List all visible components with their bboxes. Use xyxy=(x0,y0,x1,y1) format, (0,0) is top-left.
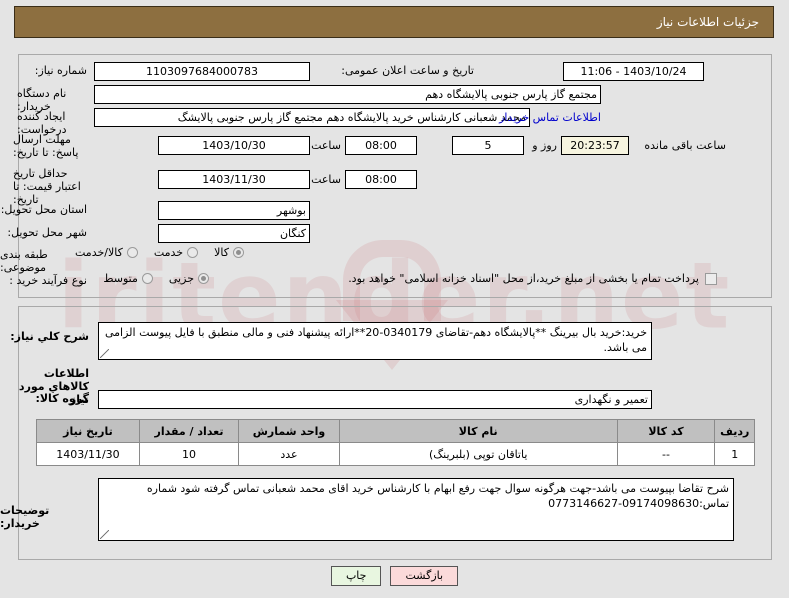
page-title-text: جزئیات اطلاعات نیاز xyxy=(656,15,759,29)
table-header-row: ردیف کد کالا نام کالا واحد شمارش تعداد /… xyxy=(36,419,755,443)
treasury-bill-label: پرداخت تمام یا بخشی از مبلغ خرید،از محل … xyxy=(348,272,699,285)
th-unit: واحد شمارش xyxy=(238,419,340,443)
province-label: استان محل تحویل: xyxy=(0,203,87,216)
response-deadline-time: 08:00 xyxy=(345,136,417,155)
response-deadline-days: 5 xyxy=(452,136,524,155)
page-title: جزئیات اطلاعات نیاز xyxy=(14,6,774,38)
need-number-label: شماره نیاز: xyxy=(34,64,87,77)
cell-unit: عدد xyxy=(238,442,340,466)
radio-icon[interactable] xyxy=(233,247,244,258)
cell-row-no: 1 xyxy=(714,442,755,466)
need-number-value: 1103097684000783 xyxy=(94,62,310,81)
response-deadline-time-label: ساعت xyxy=(311,139,341,152)
buyer-notes-label: توضیحات خریدار: xyxy=(0,504,50,530)
th-need-date: تاریخ نیاز xyxy=(36,419,140,443)
treasury-bill-checkbox[interactable] xyxy=(705,272,717,285)
subject-category-option-kala[interactable]: کالا xyxy=(214,246,244,259)
purchase-type-option-label: متوسط xyxy=(103,272,138,285)
subject-category-option-kala-khedmat[interactable]: کالا/خدمت xyxy=(75,246,138,259)
th-qty: تعداد / مقدار xyxy=(138,419,240,443)
public-announce-label: تاریخ و ساعت اعلان عمومی: xyxy=(341,64,474,77)
footer-button-bar: بازگشت چاپ xyxy=(0,566,789,586)
province-value: بوشهر xyxy=(158,201,310,220)
table-row: 1 -- یاتاقان توپی (بلبرینگ) عدد 10 1403/… xyxy=(36,442,755,466)
price-validity-time-label: ساعت xyxy=(311,173,341,186)
purchase-type-option-motavaset[interactable]: متوسط xyxy=(103,272,153,285)
radio-icon[interactable] xyxy=(187,247,199,258)
cell-code: -- xyxy=(616,442,716,466)
radio-icon[interactable] xyxy=(198,273,209,284)
city-label: شهر محل تحویل: xyxy=(7,226,87,239)
th-name: نام کالا xyxy=(338,419,618,443)
goods-group-value: تعمیر و نگهداری xyxy=(98,390,652,409)
price-validity-label: حداقل تاریخ اعتبار قیمت: تا تاریخ: xyxy=(13,167,81,206)
general-description-value[interactable]: خرید:خرید بال بیرینگ **پالایشگاه دهم-تقا… xyxy=(98,322,652,360)
response-deadline-date: 1403/10/30 xyxy=(158,136,310,155)
response-deadline-countdown: 20:23:57 xyxy=(561,136,629,155)
response-deadline-label: مهلت ارسال پاسخ: تا تاریخ: xyxy=(13,133,79,159)
goods-group-label: گروه كالا: xyxy=(35,392,89,405)
subject-category-option-khedmat[interactable]: خدمت xyxy=(153,246,199,259)
goods-table: ردیف کد کالا نام کالا واحد شمارش تعداد /… xyxy=(36,419,755,466)
purchase-type-label: نوع فرآیند خرید : xyxy=(9,274,87,287)
th-row-no: ردیف xyxy=(714,419,755,443)
buyer-org-value: مجتمع گاز پارس جنوبی پالایشگاه دهم xyxy=(94,85,601,104)
purchase-type-option-jozi[interactable]: جزیی xyxy=(169,272,209,285)
cell-need-date: 1403/11/30 xyxy=(36,442,140,466)
price-validity-date: 1403/11/30 xyxy=(158,170,310,189)
cell-name: یاتاقان توپی (بلبرینگ) xyxy=(338,442,618,466)
response-deadline-days-label: روز و xyxy=(532,139,557,152)
public-announce-value: 1403/10/24 - 11:06 xyxy=(563,62,704,81)
back-button[interactable]: بازگشت xyxy=(390,566,459,586)
subject-category-option-label: کالا/خدمت xyxy=(75,246,123,259)
th-code: کد کالا xyxy=(616,419,716,443)
requester-value: محمد شعبانی کارشناس خرید پالایشگاه دهم م… xyxy=(94,108,530,127)
subject-category-option-label: کالا xyxy=(214,246,229,259)
city-value: کنگان xyxy=(158,224,310,243)
cell-qty: 10 xyxy=(138,442,240,466)
print-button[interactable]: چاپ xyxy=(330,566,382,586)
subject-category-option-label: خدمت xyxy=(153,246,184,259)
price-validity-time: 08:00 xyxy=(345,170,417,189)
radio-icon[interactable] xyxy=(141,273,153,284)
buyer-contact-link[interactable]: اطلاعات تماس خریدار xyxy=(499,108,601,127)
buyer-notes-value[interactable]: شرح تقاضا بپیوست می باشد-جهت هرگونه سوال… xyxy=(98,478,734,541)
general-description-label: شرح كلي نياز: xyxy=(10,330,89,343)
radio-icon[interactable] xyxy=(126,247,138,258)
purchase-type-option-label: جزیی xyxy=(168,272,194,285)
response-deadline-countdown-label: ساعت باقی مانده xyxy=(644,139,726,152)
